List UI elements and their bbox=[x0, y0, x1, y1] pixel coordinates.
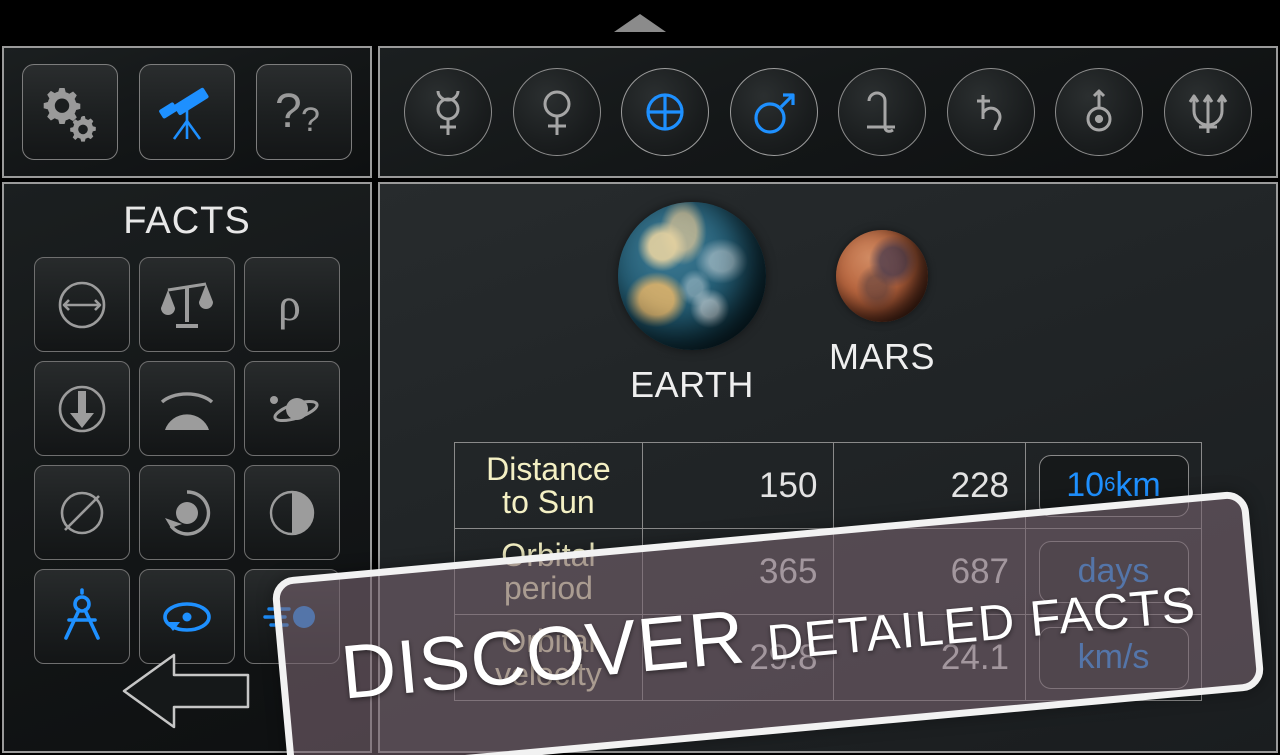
earth-globe-image bbox=[618, 202, 766, 350]
planet-button-uranus[interactable] bbox=[1055, 68, 1144, 156]
planet-button-venus[interactable] bbox=[512, 68, 601, 156]
svg-text:?: ? bbox=[301, 101, 320, 139]
half-phase-icon bbox=[269, 490, 315, 535]
jupiter-symbol-icon bbox=[867, 91, 896, 133]
svg-text:?: ? bbox=[275, 85, 302, 138]
window-handle-bar[interactable] bbox=[0, 0, 1280, 44]
fact-button-atmosphere[interactable] bbox=[139, 361, 235, 456]
telescope-icon bbox=[159, 87, 209, 140]
orbit-ellipse-icon bbox=[163, 601, 211, 632]
planet-selector-panel bbox=[378, 46, 1278, 178]
planet-button-neptune[interactable] bbox=[1163, 68, 1252, 156]
help-button[interactable]: ? ? bbox=[255, 64, 352, 160]
body-earth: EARTH bbox=[602, 202, 782, 406]
fact-button-density[interactable]: ρ bbox=[244, 257, 340, 352]
mars-symbol-icon bbox=[754, 93, 795, 134]
globe-row: EARTH MARS bbox=[380, 184, 1276, 405]
app-root: ? ? FACTS ρ EARTH MARS Distance to Sun 1… bbox=[0, 0, 1280, 755]
fact-button-diameter[interactable] bbox=[34, 257, 130, 352]
fact-button-mass[interactable] bbox=[139, 257, 235, 352]
banner-text: DISCOVER DETAILED FACTS bbox=[337, 552, 1198, 716]
unit-exponent: 6 bbox=[1104, 474, 1116, 496]
neptune-symbol-icon bbox=[1188, 94, 1227, 133]
fact-button-moons-rings[interactable] bbox=[244, 361, 340, 456]
tool-button-row: ? ? bbox=[4, 48, 370, 176]
horizon-atmosphere-icon bbox=[160, 391, 214, 430]
cell-earth-distance: 150 bbox=[641, 442, 835, 529]
venus-symbol-icon bbox=[543, 90, 571, 135]
tilted-orbit-icon bbox=[60, 491, 104, 534]
planet-button-earth[interactable] bbox=[621, 68, 710, 156]
diameter-icon bbox=[58, 281, 106, 328]
balance-scale-icon bbox=[161, 282, 213, 328]
planet-button-jupiter[interactable] bbox=[838, 68, 927, 156]
facts-panel-title: FACTS bbox=[123, 200, 251, 242]
rotation-arrow-icon bbox=[165, 489, 211, 536]
uranus-symbol-icon bbox=[1086, 89, 1112, 132]
body-mars: MARS bbox=[792, 202, 972, 378]
planet-button-row bbox=[380, 48, 1276, 176]
row-label-line1: Distance bbox=[486, 450, 611, 487]
fact-button-axial-tilt[interactable] bbox=[34, 465, 130, 560]
fact-button-phases[interactable] bbox=[244, 465, 340, 560]
compass-divider-icon bbox=[64, 587, 100, 640]
down-arrow-gravity-icon bbox=[58, 385, 106, 432]
question-marks-icon: ? ? bbox=[275, 85, 320, 139]
fact-button-gravity[interactable] bbox=[34, 361, 130, 456]
telescope-button[interactable] bbox=[138, 64, 235, 160]
settings-button[interactable] bbox=[22, 64, 119, 160]
gears-icon bbox=[44, 88, 97, 142]
fact-button-rotation[interactable] bbox=[139, 465, 235, 560]
banner-secondary-text: DETAILED FACTS bbox=[764, 575, 1198, 671]
row-label-line2: to Sun bbox=[502, 483, 595, 520]
svg-text:ρ: ρ bbox=[278, 279, 301, 330]
back-arrow-icon[interactable] bbox=[112, 641, 262, 741]
mars-globe-image bbox=[836, 230, 928, 322]
chevron-up-handle-icon[interactable] bbox=[614, 14, 666, 32]
earth-symbol-icon bbox=[646, 93, 684, 131]
rho-density-icon: ρ bbox=[278, 279, 301, 330]
planet-button-saturn[interactable] bbox=[946, 68, 1035, 156]
mercury-symbol-icon bbox=[436, 90, 460, 135]
mars-label: MARS bbox=[828, 336, 935, 377]
row-label-distance-to-sun: Distance to Sun bbox=[454, 442, 643, 529]
unit-base: 10 bbox=[1066, 466, 1105, 504]
planet-button-mars[interactable] bbox=[729, 68, 818, 156]
ringed-planet-icon bbox=[270, 395, 319, 422]
banner-primary-text: DISCOVER bbox=[337, 593, 749, 716]
earth-label: EARTH bbox=[630, 364, 754, 405]
saturn-symbol-icon bbox=[976, 95, 1002, 131]
planet-button-mercury[interactable] bbox=[404, 68, 493, 156]
tool-panel: ? ? bbox=[2, 46, 372, 178]
